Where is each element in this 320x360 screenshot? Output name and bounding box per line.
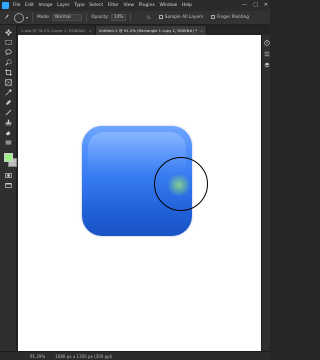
right-panel-strip	[261, 35, 270, 351]
menu-plugins[interactable]: Plugins	[139, 3, 155, 8]
sample-all-layers-label: Sample All Layers	[164, 15, 204, 20]
window-controls: — □ ✕	[242, 2, 268, 8]
stamp-icon[interactable]	[4, 119, 13, 126]
healing-icon[interactable]	[4, 99, 13, 106]
tab-document-1[interactable]: 1.psd @ 76.2% (Layer 1, RGB/8#) ×	[18, 26, 96, 35]
tab-document-untitled[interactable]: Untitled-1 @ 91.2% (Rectangle 1 copy 2, …	[95, 26, 208, 35]
opacity-label: Opacity:	[91, 15, 109, 20]
menu-type[interactable]: Type	[74, 3, 84, 8]
frame-icon[interactable]	[4, 79, 13, 86]
close-icon[interactable]: ×	[200, 28, 203, 33]
photoshop-window: File Edit Image Layer Type Select Filter…	[0, 0, 270, 360]
menu-edit[interactable]: Edit	[25, 3, 34, 8]
tab-label: 1.psd @ 76.2% (Layer 1, RGB/8#)	[21, 28, 86, 33]
tab-label: Untitled-1 @ 91.2% (Rectangle 1 copy 2, …	[98, 28, 198, 33]
menu-view[interactable]: View	[123, 3, 134, 8]
status-bar: 91.29% 1080 px x 1350 px (300 ppi)	[0, 351, 270, 360]
mode-dropdown[interactable]: Normal	[52, 14, 83, 21]
eraser-icon[interactable]	[4, 129, 13, 136]
crop-icon[interactable]	[4, 69, 13, 76]
menu-file[interactable]: File	[13, 3, 21, 8]
angle-icon[interactable]: ◺	[147, 15, 150, 20]
separator	[86, 13, 88, 22]
minimize-button[interactable]: —	[242, 2, 247, 8]
move-icon[interactable]	[4, 29, 13, 36]
finger-painting-label: Finger Painting	[217, 15, 249, 20]
zoom-level[interactable]: 91.29%	[30, 354, 45, 359]
history-panel-icon[interactable]	[263, 39, 270, 46]
tools-panel	[0, 25, 17, 351]
menu-window[interactable]: Window	[159, 3, 177, 8]
menu-layer[interactable]: Layer	[57, 3, 70, 8]
opacity-input[interactable]: 14%	[110, 14, 127, 21]
brush-icon[interactable]	[4, 109, 13, 116]
separator	[32, 13, 34, 22]
gradient-icon[interactable]	[4, 139, 13, 146]
marquee-icon[interactable]	[4, 39, 13, 46]
menu-help[interactable]: Help	[182, 3, 192, 8]
eyedropper-icon[interactable]	[4, 89, 13, 96]
quick-mask-icon[interactable]	[4, 172, 13, 179]
brush-cursor	[154, 157, 208, 211]
quick-select-icon[interactable]	[4, 59, 13, 66]
lasso-icon[interactable]	[4, 49, 13, 56]
menu-bar: File Edit Image Layer Type Select Filter…	[0, 0, 270, 11]
brush-settings-icon[interactable]: ▾	[26, 15, 28, 20]
brush-preset-picker[interactable]	[14, 12, 24, 23]
screen-mode-icon[interactable]	[4, 182, 13, 189]
menu-select[interactable]: Select	[89, 3, 103, 8]
properties-panel-icon[interactable]	[263, 50, 270, 57]
layers-panel-icon[interactable]	[263, 61, 270, 68]
close-icon[interactable]: ×	[89, 28, 92, 33]
close-button[interactable]: ✕	[264, 2, 268, 8]
foreground-color-swatch[interactable]	[4, 153, 13, 162]
document-tab-bar: 1.psd @ 76.2% (Layer 1, RGB/8#) × Untitl…	[18, 25, 270, 35]
document-size: 1080 px x 1350 px (300 ppi)	[55, 353, 113, 359]
menu-image[interactable]: Image	[38, 3, 52, 8]
maximize-button[interactable]: □	[253, 2, 258, 8]
smudge-tool-icon[interactable]	[3, 13, 10, 22]
menu-filter[interactable]: Filter	[108, 3, 119, 8]
photoshop-logo-icon[interactable]	[2, 2, 9, 9]
canvas[interactable]	[18, 35, 261, 351]
separator	[130, 13, 132, 22]
mode-label: Mode:	[37, 15, 51, 20]
options-bar: ▾ Mode: Normal Opacity: 14% ◺ Sample All…	[0, 11, 270, 25]
